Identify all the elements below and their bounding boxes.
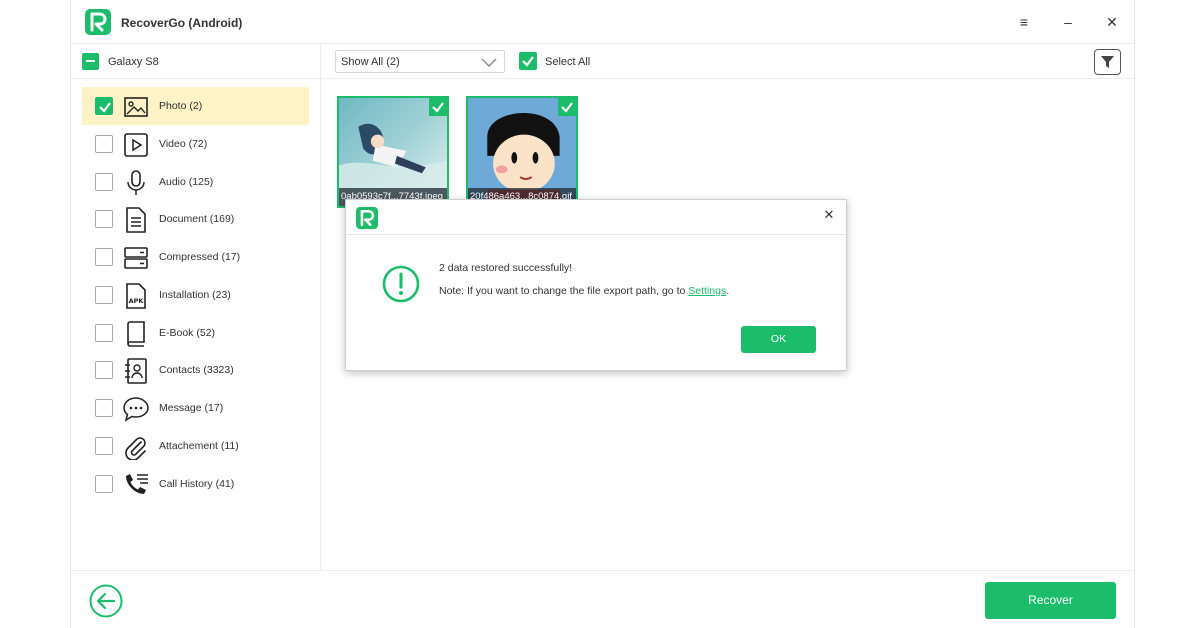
app-window: RecoverGo (Android) ≡ – ✕ Galaxy S8 Show…: [70, 0, 1135, 628]
dialog-divider: [346, 234, 846, 235]
checkbox[interactable]: [95, 437, 113, 455]
checkbox[interactable]: [95, 173, 113, 191]
device-name: Galaxy S8: [108, 56, 159, 68]
photo-icon: [124, 97, 148, 117]
check-icon: [561, 102, 573, 113]
checkbox[interactable]: [95, 135, 113, 153]
sidebar-item-label: Compressed (17): [159, 251, 241, 263]
dialog-close-icon[interactable]: ✕: [822, 208, 836, 222]
select-all-checkbox[interactable]: [519, 52, 537, 70]
call-history-icon: [126, 474, 148, 494]
checkbox[interactable]: [95, 475, 113, 493]
settings-link[interactable]: Settings: [688, 285, 726, 297]
sidebar-item-video[interactable]: Video (72): [82, 125, 309, 163]
show-all-dropdown[interactable]: Show All (2): [335, 50, 505, 73]
dialog-message: 2 data restored successfully!: [439, 262, 573, 274]
sidebar-item-installation[interactable]: APK Installation (23): [82, 276, 309, 314]
compressed-icon: [124, 247, 148, 269]
file-thumbnail[interactable]: 20f486a463...8c0874.gif: [466, 96, 578, 208]
sidebar-item-label: Attachement (11): [159, 440, 239, 452]
svg-text:APK: APK: [129, 297, 145, 305]
note-text: Note: If you want to change the file exp…: [439, 285, 689, 297]
sidebar-item-message[interactable]: Message (17): [82, 389, 309, 427]
video-icon: [124, 133, 148, 157]
document-icon: [126, 207, 146, 233]
sidebar-item-photo[interactable]: Photo (2): [82, 87, 309, 125]
sidebar-divider: [320, 44, 321, 570]
check-icon: [522, 56, 534, 67]
minimize-icon[interactable]: –: [1058, 12, 1078, 32]
chevron-down-icon: [481, 58, 497, 67]
file-checkbox[interactable]: [558, 98, 576, 116]
toolbar: Galaxy S8 Show All (2) Select All: [71, 44, 1134, 79]
back-arrow-icon[interactable]: [89, 584, 123, 618]
app-title: RecoverGo (Android): [121, 16, 243, 30]
checkbox[interactable]: [95, 361, 113, 379]
ok-button[interactable]: OK: [741, 326, 816, 353]
sidebar-item-label: Document (169): [159, 213, 235, 225]
sidebar-item-call-history[interactable]: Call History (41): [82, 465, 309, 503]
sidebar-item-label: E-Book (52): [159, 327, 216, 339]
app-logo-icon: [356, 207, 378, 229]
footer-bar: Recover: [71, 570, 1134, 628]
file-checkbox[interactable]: [429, 98, 447, 116]
sidebar-item-label: Photo (2): [159, 100, 203, 112]
filter-button[interactable]: [1094, 49, 1121, 75]
check-icon: [99, 102, 111, 113]
recover-button[interactable]: Recover: [985, 582, 1116, 619]
checkbox[interactable]: [95, 286, 113, 304]
contacts-icon: [125, 358, 147, 384]
checkbox[interactable]: [95, 248, 113, 266]
sidebar-item-label: Contacts (3323): [159, 364, 234, 376]
select-all-label: Select All: [545, 56, 591, 68]
sidebar-item-ebook[interactable]: E-Book (52): [82, 314, 309, 352]
app-logo-icon: [85, 9, 111, 35]
device-checkbox[interactable]: [82, 53, 99, 70]
file-thumbnail[interactable]: 0ab0593c7f...7743f.jpeg: [337, 96, 449, 208]
filter-icon: [1101, 56, 1114, 68]
dropdown-value: Show All (2): [341, 56, 400, 68]
checkbox[interactable]: [95, 399, 113, 417]
sidebar-item-attachment[interactable]: Attachement (11): [82, 427, 309, 465]
menu-icon[interactable]: ≡: [1014, 12, 1034, 32]
microphone-icon: [127, 170, 145, 195]
sidebar-item-contacts[interactable]: Contacts (3323): [82, 351, 309, 389]
paperclip-icon: [125, 437, 146, 460]
exclamation-circle-icon: [382, 265, 420, 303]
sidebar-item-label: Installation (23): [159, 289, 231, 301]
apk-icon: APK: [126, 283, 146, 309]
sidebar-item-document[interactable]: Document (169): [82, 200, 309, 238]
checkbox[interactable]: [95, 324, 113, 342]
checkbox[interactable]: [95, 210, 113, 228]
close-icon[interactable]: ✕: [1102, 12, 1122, 32]
sidebar-item-compressed[interactable]: Compressed (17): [82, 238, 309, 276]
title-bar: RecoverGo (Android) ≡ – ✕: [71, 0, 1134, 44]
sidebar-item-label: Audio (125): [159, 176, 214, 188]
success-dialog: ✕ 2 data restored successfully! Note: If…: [345, 199, 847, 371]
checkbox[interactable]: [95, 97, 113, 115]
sidebar-item-label: Message (17): [159, 402, 224, 414]
note-suffix: .: [726, 285, 730, 297]
dialog-note: Note: If you want to change the file exp…: [439, 285, 729, 297]
check-icon: [432, 102, 444, 113]
sidebar-item-audio[interactable]: Audio (125): [82, 163, 309, 201]
book-icon: [127, 321, 145, 347]
sidebar-item-label: Video (72): [159, 138, 208, 150]
message-icon: [123, 397, 149, 422]
sidebar-item-label: Call History (41): [159, 478, 235, 490]
